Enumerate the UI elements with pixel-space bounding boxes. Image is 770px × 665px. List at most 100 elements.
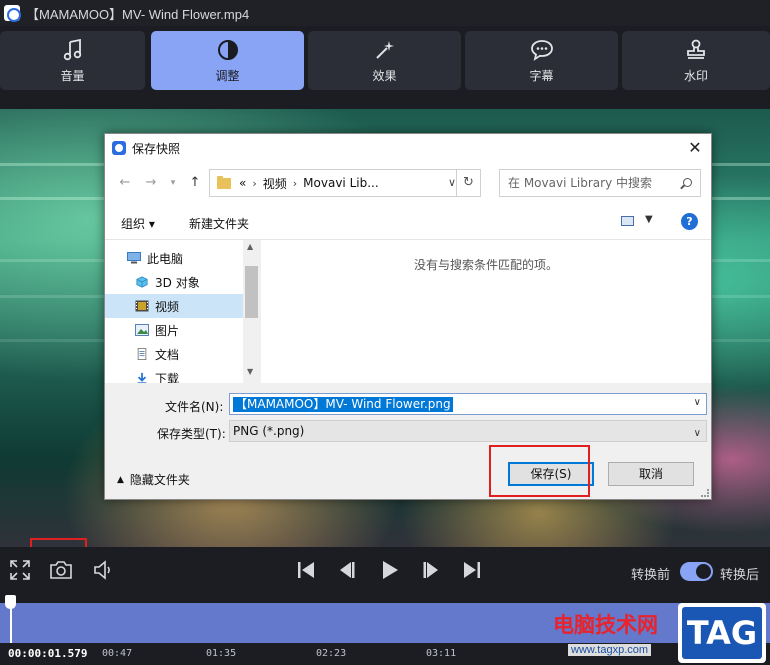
nav-item-this-pc[interactable]: 此电脑: [105, 246, 243, 270]
chevron-down-icon[interactable]: ∨: [694, 397, 701, 408]
cancel-button[interactable]: 取消: [608, 462, 694, 486]
camera-icon[interactable]: [49, 559, 73, 584]
organize-menu[interactable]: 组织 ▾: [121, 215, 155, 232]
help-icon[interactable]: ?: [681, 213, 698, 230]
play-icon[interactable]: [380, 560, 400, 583]
breadcrumb-item-videos[interactable]: 视频: [263, 175, 287, 192]
tick-label: 00:47: [102, 648, 133, 659]
filetype-label: 保存类型(T):: [157, 427, 226, 441]
back-arrow-icon[interactable]: ←: [117, 175, 133, 191]
tab-adjust-label: 调整: [215, 68, 240, 83]
cube-icon: [136, 276, 148, 288]
volume-icon[interactable]: [92, 559, 112, 584]
time-ruler: 00:00:01.579 00:47 01:35 02:23 03:11: [0, 643, 770, 665]
chevron-down-icon[interactable]: ▼: [645, 214, 653, 225]
folder-icon: [217, 175, 231, 189]
chevron-down-icon[interactable]: ∨: [694, 424, 701, 444]
before-conversion-label: 转换前: [631, 567, 671, 582]
previous-frame-icon[interactable]: [337, 560, 357, 583]
watermark-url: www.tagxp.com: [568, 644, 652, 656]
nav-item-label: 下载: [155, 371, 180, 384]
app-logo-icon: [4, 5, 21, 22]
tick-label: 02:23: [316, 648, 347, 659]
tab-effects-label: 效果: [372, 68, 397, 83]
scrollbar[interactable]: ▲ ▼: [243, 240, 260, 383]
address-bar[interactable]: « › 视频 › Movavi Lib... ∨ ↻: [209, 169, 481, 197]
new-folder-button[interactable]: 新建文件夹: [189, 215, 249, 232]
nav-item-label: 视频: [155, 299, 180, 314]
player-controls: 转换前 转换后: [0, 547, 770, 603]
documents-folder-icon: [137, 348, 147, 360]
nav-item-label: 3D 对象: [155, 275, 200, 290]
playhead-handle[interactable]: [5, 595, 16, 609]
search-placeholder: 在 Movavi Library 中搜索: [508, 176, 652, 190]
nav-item-downloads[interactable]: 下载: [105, 366, 243, 383]
hide-folders-label: 隐藏文件夹: [129, 473, 190, 487]
tool-tabs: 音量 调整 效果 字幕 水印: [0, 26, 770, 94]
download-folder-icon: [137, 372, 147, 383]
nav-item-pictures[interactable]: 图片: [105, 318, 243, 342]
scroll-down-icon[interactable]: ▼: [247, 367, 253, 376]
tick-label: 03:11: [426, 648, 457, 659]
filename-value: 【MAMAMOO】MV- Wind Flower.png: [233, 397, 453, 412]
resize-grip[interactable]: [701, 489, 709, 497]
search-input[interactable]: 在 Movavi Library 中搜索: [499, 169, 701, 197]
magic-wand-icon: [373, 38, 397, 62]
nav-item-videos[interactable]: 视频: [105, 294, 243, 318]
tab-watermark-label: 水印: [683, 68, 708, 83]
breadcrumb-separator: ›: [292, 176, 298, 190]
nav-item-label: 此电脑: [147, 251, 184, 266]
view-options-icon[interactable]: [621, 216, 634, 226]
skip-to-end-icon[interactable]: [462, 560, 482, 583]
refresh-icon[interactable]: ↻: [456, 170, 480, 196]
speech-bubble-icon: [530, 38, 554, 62]
recent-locations-icon[interactable]: ▾: [165, 175, 181, 191]
next-frame-icon[interactable]: [421, 560, 441, 583]
video-folder-icon: [135, 300, 149, 312]
tab-volume-label: 音量: [60, 68, 85, 83]
navigation-pane: 此电脑 3D 对象 视频 图片 文档 下载 ▲ ▼: [105, 240, 260, 383]
up-arrow-icon[interactable]: ↑: [187, 175, 203, 191]
stamp-icon: [684, 38, 708, 62]
tab-adjust[interactable]: 调整: [151, 31, 304, 90]
music-note-icon: [61, 38, 85, 62]
close-icon[interactable]: ✕: [685, 138, 705, 158]
fullscreen-icon[interactable]: [9, 559, 31, 584]
nav-item-3d-objects[interactable]: 3D 对象: [105, 270, 243, 294]
filetype-value: PNG (*.png): [233, 424, 305, 438]
watermark-site-name: 电脑技术网: [553, 613, 658, 637]
filename-field[interactable]: 【MAMAMOO】MV- Wind Flower.png ∨: [229, 393, 707, 415]
watermark-badge: TAG: [682, 607, 762, 659]
before-after-toggle[interactable]: [680, 562, 713, 581]
tab-subtitles[interactable]: 字幕: [465, 31, 618, 90]
breadcrumb-overflow[interactable]: «: [239, 176, 246, 190]
scroll-thumb[interactable]: [245, 266, 258, 318]
command-bar: 组织 ▾ 新建文件夹 ▼ ?: [105, 204, 711, 240]
contrast-icon: [216, 38, 240, 62]
chevron-down-icon[interactable]: ∨: [448, 176, 456, 189]
empty-message: 没有与搜索条件匹配的项。: [413, 258, 558, 272]
nav-item-label: 文档: [155, 347, 180, 362]
save-button-highlight: [489, 445, 590, 497]
tab-watermark[interactable]: 水印: [622, 31, 770, 90]
window-title: 【MAMAMOO】MV- Wind Flower.mp4: [26, 6, 250, 22]
chevron-up-icon: ▲: [117, 474, 124, 485]
filename-label: 文件名(N):: [165, 400, 224, 414]
after-conversion-label: 转换后: [720, 567, 760, 582]
toggle-knob: [696, 564, 711, 579]
skip-to-start-icon[interactable]: [296, 560, 316, 583]
file-list: 没有与搜索条件匹配的项。: [261, 240, 711, 383]
filetype-select[interactable]: PNG (*.png) ∨: [229, 420, 707, 442]
dialog-title-bar: 保存快照 ✕: [105, 134, 711, 162]
hide-folders-toggle[interactable]: ▲ 隐藏文件夹: [117, 471, 190, 488]
nav-item-documents[interactable]: 文档: [105, 342, 243, 366]
forward-arrow-icon[interactable]: →: [143, 175, 159, 191]
tab-subtitles-label: 字幕: [529, 68, 554, 83]
scroll-up-icon[interactable]: ▲: [247, 242, 253, 251]
playhead[interactable]: [5, 595, 16, 643]
current-time: 00:00:01.579: [8, 647, 88, 660]
breadcrumb-item-movavi-library[interactable]: Movavi Lib...: [303, 176, 378, 190]
tab-volume[interactable]: 音量: [0, 31, 145, 90]
tab-effects[interactable]: 效果: [308, 31, 461, 90]
tick-label: 01:35: [206, 648, 237, 659]
